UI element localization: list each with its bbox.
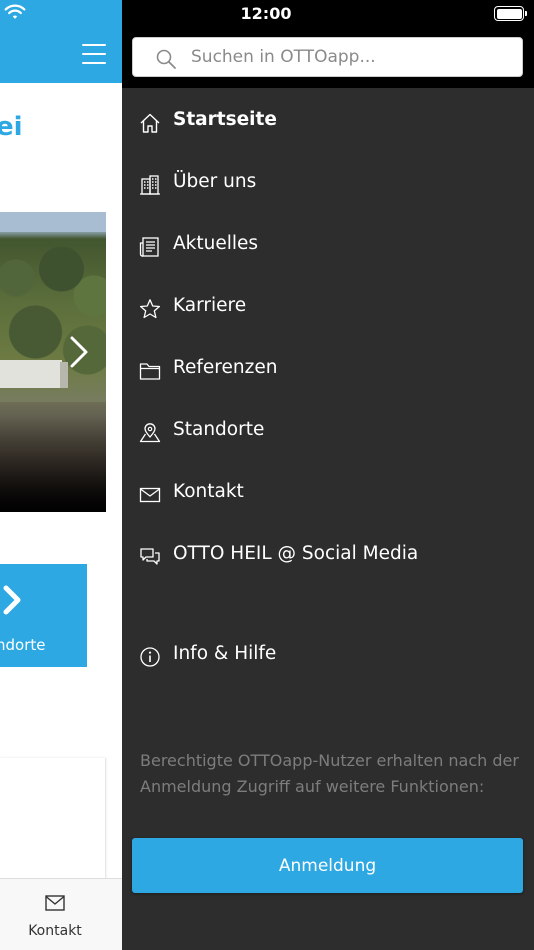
search-box[interactable] — [132, 37, 523, 77]
menu-item-label: Aktuelles — [173, 233, 259, 254]
battery-icon — [494, 6, 527, 21]
content-card — [0, 758, 106, 878]
hamburger-line — [82, 53, 106, 55]
login-button[interactable]: Anmeldung — [132, 838, 523, 893]
chat-bubbles-icon — [140, 548, 160, 565]
menu-item-social-media[interactable]: OTTO HEIL @ Social Media — [122, 526, 534, 582]
info-icon — [140, 647, 160, 667]
menu-item-referenzen[interactable]: Referenzen — [122, 340, 534, 396]
menu-item-info-hilfe[interactable]: Info & Hilfe — [122, 626, 534, 682]
menu-item-standorte[interactable]: Standorte — [122, 402, 534, 458]
menu-item-ueber-uns[interactable]: Über uns — [122, 154, 534, 210]
menu-item-label: Über uns — [173, 171, 257, 192]
chevron-right-icon[interactable] — [66, 332, 92, 372]
hamburger-line — [82, 44, 106, 46]
menu-item-kontakt[interactable]: Kontakt — [122, 464, 534, 520]
slider-image-concrete-block — [0, 360, 62, 388]
login-info-text: Berechtigte OTTOapp-Nutzer erhalten nach… — [140, 751, 519, 796]
envelope-icon — [45, 895, 65, 911]
search-icon — [156, 49, 176, 69]
standorte-tile[interactable]: ndorte — [0, 564, 87, 667]
menu-item-label: Startseite — [173, 109, 277, 130]
tab-kontakt-label: Kontakt — [28, 923, 82, 939]
newspaper-icon — [139, 237, 159, 257]
menu-item-label: Info & Hilfe — [173, 643, 277, 664]
menu-item-label: Kontakt — [173, 481, 244, 502]
menu-item-karriere[interactable]: Karriere — [122, 278, 534, 334]
hamburger-menu-button[interactable] — [82, 44, 106, 64]
star-icon — [139, 299, 161, 319]
search-input[interactable] — [191, 38, 511, 76]
map-pin-icon — [139, 423, 161, 443]
building-icon — [140, 175, 160, 195]
background-header — [0, 26, 122, 83]
status-bar: 12:00 — [122, 0, 534, 26]
menu-item-aktuelles[interactable]: Aktuelles — [122, 216, 534, 272]
status-time: 12:00 — [240, 4, 292, 23]
envelope-icon — [139, 487, 161, 503]
search-area — [122, 26, 534, 88]
background-status-bar — [0, 0, 122, 26]
folder-icon — [139, 363, 161, 380]
side-menu: 12:00 Startseite Über — [122, 0, 534, 950]
wifi-icon — [4, 4, 26, 19]
image-slider[interactable] — [0, 212, 106, 512]
tab-bar: Kontakt — [0, 878, 122, 950]
menu-item-label: Referenzen — [173, 357, 278, 378]
page-title-fragment: ei — [0, 112, 23, 142]
hamburger-line — [82, 62, 106, 64]
background-app: ei ndorte Kontakt — [0, 0, 122, 950]
menu-item-label: OTTO HEIL @ Social Media — [173, 543, 419, 564]
slider-image-ground — [0, 402, 106, 512]
menu-item-label: Karriere — [173, 295, 247, 316]
menu-item-startseite[interactable]: Startseite — [122, 92, 534, 148]
menu-item-label: Standorte — [173, 419, 265, 440]
tab-kontakt[interactable]: Kontakt — [0, 879, 112, 950]
chevron-right-icon — [3, 585, 21, 615]
home-icon — [140, 113, 160, 133]
tile-label: ndorte — [0, 636, 46, 654]
